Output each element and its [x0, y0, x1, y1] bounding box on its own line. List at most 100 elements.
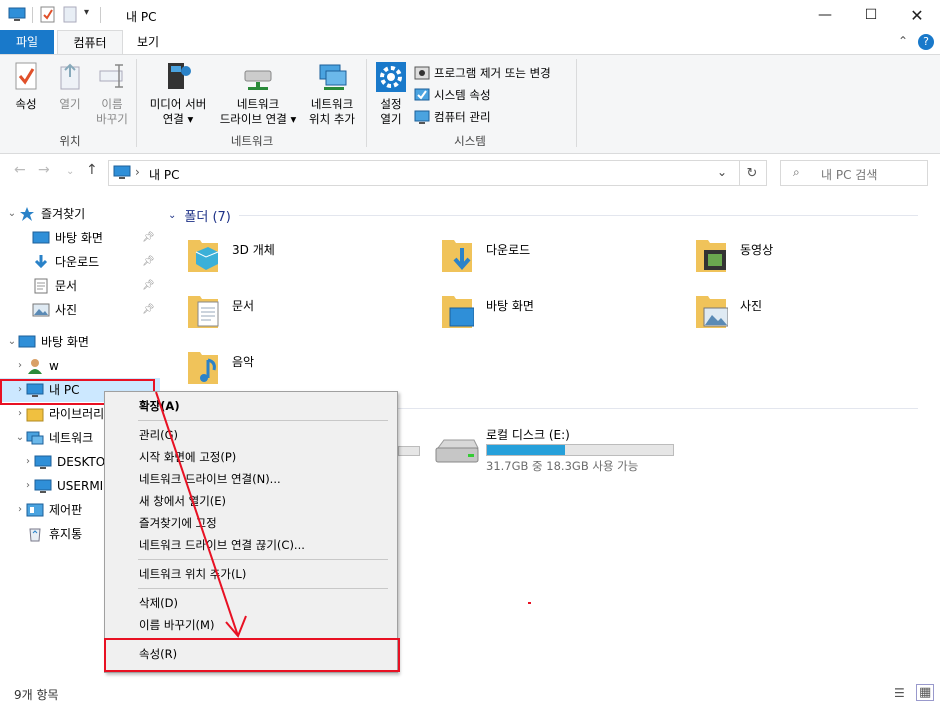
address-dropdown-icon[interactable]: ⌄ — [717, 165, 727, 179]
properties-button[interactable]: 속성 — [6, 61, 46, 112]
collapsed-chevron-icon[interactable]: › — [22, 474, 34, 498]
collapsed-chevron-icon[interactable]: › — [22, 450, 34, 474]
expanded-chevron-icon[interactable]: ⌄ — [168, 210, 176, 221]
folder-music[interactable]: 음악 — [186, 346, 406, 394]
menu-item-pin-to-start[interactable]: 시작 화면에 고정(P) — [106, 446, 396, 468]
back-arrow-icon[interactable]: ← — [14, 162, 26, 178]
drive-c-usage-bar — [398, 446, 420, 456]
pin-icon[interactable]: 📌︎ — [142, 250, 155, 274]
gear-icon — [376, 62, 406, 92]
folder-downloads[interactable]: 다운로드 — [440, 234, 660, 282]
menu-item-manage[interactable]: 관리(G) — [106, 424, 396, 446]
pin-icon[interactable]: 📌︎ — [142, 274, 155, 298]
folder-pictures[interactable]: 사진 — [694, 290, 914, 338]
folder-3d-objects-icon — [188, 240, 219, 272]
folders-section-header[interactable]: ⌄ 폴더 (7) — [168, 206, 928, 225]
rename-button[interactable]: 이름 바꾸기 — [92, 61, 132, 127]
nav-quick-access[interactable]: ⌄ 즐겨찾기 — [0, 202, 160, 226]
drive-e[interactable]: 로컬 디스크 (E:) 31.7GB 중 18.3GB 사용 가능 — [434, 424, 694, 476]
folder-documents[interactable]: 문서 — [186, 290, 406, 338]
map-network-drive-button[interactable]: 네트워크 드라이브 연결 ▾ — [214, 61, 302, 127]
forward-arrow-icon[interactable]: → — [38, 162, 50, 178]
new-folder-icon[interactable] — [63, 6, 77, 24]
nav-user[interactable]: › w — [0, 354, 160, 378]
nav-qa-pictures[interactable]: 사진 📌︎ — [0, 298, 160, 322]
expanded-chevron-icon[interactable]: ⌄ — [6, 330, 18, 354]
expanded-chevron-icon[interactable]: ⌄ — [14, 426, 26, 450]
search-box[interactable]: ⌕ 내 PC 검색 — [780, 160, 928, 186]
folder-downloads-icon — [442, 240, 472, 272]
quick-access-dropdown-icon[interactable]: ▾ — [84, 7, 89, 18]
nav-qa-downloads[interactable]: 다운로드 📌︎ — [0, 250, 160, 274]
menu-item-add-network-location[interactable]: 네트워크 위치 추가(L) — [106, 563, 396, 585]
menu-item-rename[interactable]: 이름 바꾸기(M) — [106, 614, 396, 636]
collapsed-chevron-icon[interactable]: › — [14, 498, 26, 522]
folder-desktop[interactable]: 바탕 화면 — [440, 290, 660, 338]
breadcrumb-path[interactable]: 내 PC — [149, 166, 179, 183]
large-icons-view-icon[interactable]: ▦ — [916, 684, 935, 701]
computer-management-button[interactable]: 컴퓨터 관리 — [414, 107, 491, 127]
menu-item-map-network-drive[interactable]: 네트워크 드라이브 연결(N)... — [106, 468, 396, 490]
details-view-icon[interactable]: ☰ — [894, 686, 905, 700]
open-settings-button[interactable]: 설정 열기 — [372, 61, 410, 127]
menu-separator — [138, 559, 388, 560]
ribbon-separator — [136, 59, 137, 147]
collapsed-chevron-icon[interactable]: › — [14, 354, 26, 378]
ribbon-collapse-icon[interactable]: ⌃ — [898, 34, 908, 48]
network-icon — [26, 431, 44, 445]
pictures-icon — [32, 303, 50, 317]
open-icon — [60, 63, 80, 90]
menu-item-pin-quick-access[interactable]: 즐겨찾기에 고정 — [106, 512, 396, 534]
up-arrow-icon[interactable]: ↑ — [86, 162, 98, 178]
menu-item-delete[interactable]: 삭제(D) — [106, 592, 396, 614]
menu-item-open-new-window[interactable]: 새 창에서 열기(E) — [106, 490, 396, 512]
pin-icon[interactable]: 📌︎ — [142, 298, 155, 322]
folder-desktop-icon — [442, 296, 474, 328]
nav-qa-documents[interactable]: 문서 📌︎ — [0, 274, 160, 298]
help-icon[interactable]: ? — [918, 34, 934, 50]
properties-icon[interactable] — [40, 6, 56, 24]
tab-view[interactable]: 보기 — [124, 30, 172, 54]
library-icon — [26, 408, 44, 422]
uninstall-icon — [414, 66, 430, 80]
menu-item-expand[interactable]: 확장(A) — [106, 395, 396, 417]
media-server-icon — [168, 63, 191, 89]
folder-music-icon — [188, 352, 218, 384]
star-icon — [20, 207, 34, 221]
tab-computer[interactable]: 컴퓨터 — [57, 30, 123, 56]
window-title: 내 PC — [126, 10, 157, 24]
control-panel-icon — [26, 503, 44, 517]
nav-desktop[interactable]: ⌄ 바탕 화면 — [0, 330, 160, 354]
download-arrow-icon — [34, 255, 48, 269]
document-icon — [34, 278, 48, 294]
open-button[interactable]: 열기 — [50, 61, 90, 112]
search-icon: ⌕ — [793, 165, 800, 179]
maximize-button[interactable]: ☐ — [848, 0, 894, 30]
pin-icon[interactable]: 📌︎ — [142, 226, 155, 250]
address-bar[interactable]: › 내 PC ⌄ — [108, 160, 740, 186]
expanded-chevron-icon[interactable]: ⌄ — [6, 202, 18, 226]
system-properties-button[interactable]: 시스템 속성 — [414, 85, 491, 105]
refresh-button[interactable]: ↻ — [738, 160, 767, 186]
add-network-location-button[interactable]: 네트워크 위치 추가 — [304, 61, 360, 127]
hard-drive-icon — [435, 439, 479, 463]
menu-item-disconnect-network-drive[interactable]: 네트워크 드라이브 연결 끊기(C)... — [106, 534, 396, 556]
system-properties-icon — [414, 88, 430, 101]
ribbon-separator — [576, 59, 577, 147]
refresh-icon: ↻ — [746, 165, 758, 181]
tab-file[interactable]: 파일 — [0, 30, 54, 54]
recent-locations-icon[interactable]: ⌄ — [66, 166, 74, 177]
menu-separator — [138, 420, 388, 421]
close-button[interactable]: ✕ — [894, 0, 940, 30]
desktop-icon — [32, 231, 50, 244]
uninstall-program-button[interactable]: 프로그램 제거 또는 변경 — [414, 63, 551, 83]
folder-3d-objects[interactable]: 3D 개체 — [186, 234, 406, 282]
title-bar: ▾ 내 PC — ☐ ✕ — [0, 0, 940, 30]
minimize-button[interactable]: — — [802, 0, 848, 30]
collapsed-chevron-icon[interactable]: › — [14, 402, 26, 426]
ribbon-tabs: 파일 컴퓨터 보기 ⌃ ? — [0, 30, 940, 56]
folder-videos[interactable]: 동영상 — [694, 234, 914, 282]
media-server-button[interactable]: 미디어 서버 연결 ▾ — [142, 61, 214, 127]
computer-icon — [113, 165, 131, 179]
nav-qa-desktop[interactable]: 바탕 화면 📌︎ — [0, 226, 160, 250]
